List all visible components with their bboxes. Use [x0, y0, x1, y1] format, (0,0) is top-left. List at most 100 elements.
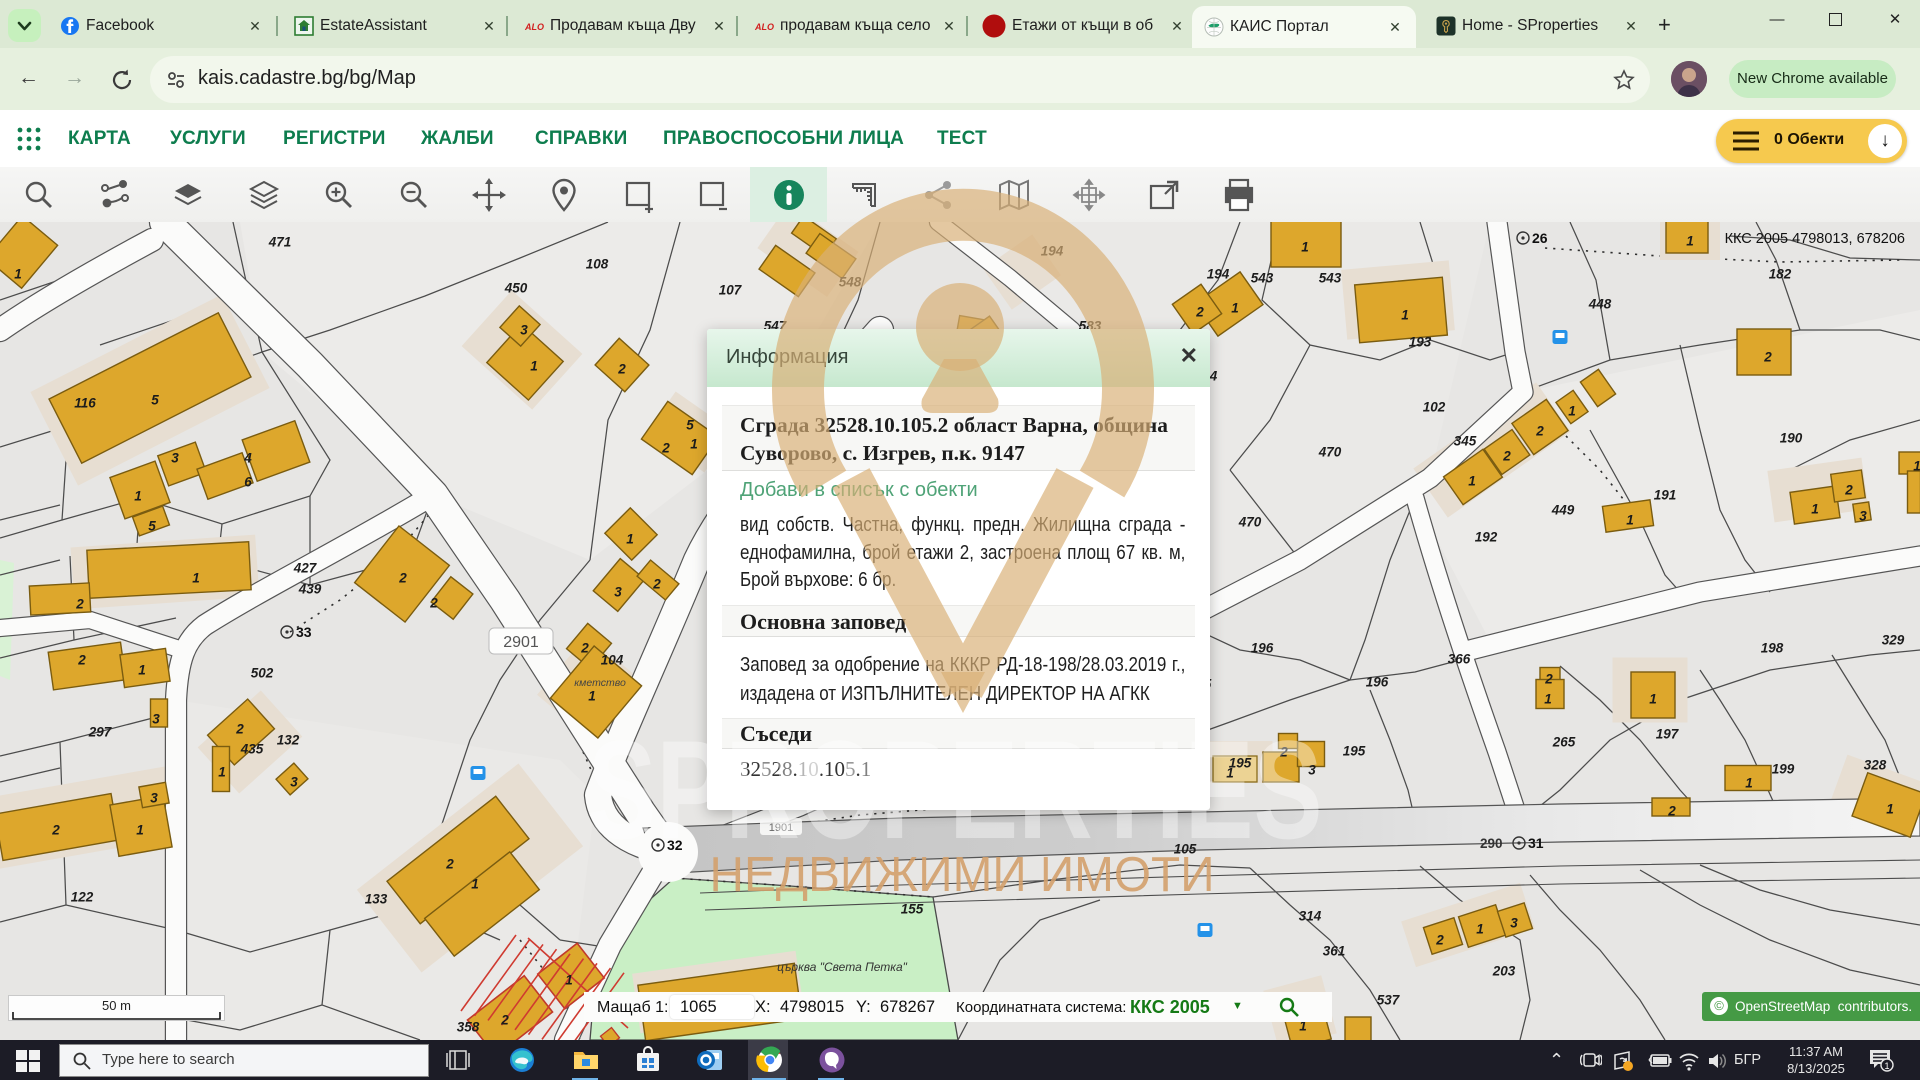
svg-text:1: 1	[626, 532, 634, 547]
svg-text:1: 1	[588, 689, 596, 704]
svg-text:1: 1	[1913, 459, 1920, 474]
svg-text:197: 197	[1656, 727, 1680, 742]
svg-text:2: 2	[1435, 933, 1444, 948]
svg-text:2: 2	[1844, 483, 1853, 498]
svg-text:1: 1	[1686, 234, 1694, 249]
svg-text:1: 1	[1568, 404, 1576, 419]
svg-text:435: 435	[240, 742, 264, 757]
svg-text:1: 1	[1745, 776, 1753, 791]
svg-text:1: 1	[1301, 240, 1309, 255]
svg-text:1: 1	[1811, 502, 1819, 517]
svg-text:191: 191	[1654, 488, 1677, 503]
svg-text:ALO.: ALO.	[524, 22, 544, 32]
svg-text:5: 5	[686, 418, 694, 433]
svg-text:ККС 2005 4798013, 678206: ККС 2005 4798013, 678206	[1725, 231, 1905, 247]
svg-text:190: 190	[1780, 431, 1803, 446]
svg-text:1: 1	[1476, 922, 1484, 937]
svg-text:314: 314	[1299, 909, 1322, 924]
svg-text:439: 439	[298, 582, 322, 597]
svg-text:1: 1	[1401, 308, 1409, 323]
svg-text:198: 198	[1761, 641, 1784, 656]
svg-text:116: 116	[74, 396, 96, 411]
svg-text:2: 2	[617, 362, 626, 377]
svg-text:1: 1	[1649, 692, 1657, 707]
svg-text:1: 1	[1231, 301, 1239, 316]
svg-text:450: 450	[504, 281, 528, 296]
svg-text:6: 6	[244, 475, 252, 490]
svg-text:448: 448	[1588, 297, 1612, 312]
svg-text:133: 133	[365, 892, 388, 907]
svg-text:5: 5	[151, 393, 159, 408]
svg-text:5: 5	[148, 519, 156, 534]
svg-text:537: 537	[1377, 993, 1401, 1008]
svg-text:1: 1	[1884, 1061, 1889, 1071]
svg-text:102: 102	[1423, 400, 1446, 415]
svg-text:449: 449	[1551, 503, 1575, 518]
svg-text:2: 2	[1544, 672, 1553, 687]
svg-text:кметство: кметство	[574, 677, 626, 689]
svg-text:345: 345	[1454, 434, 1477, 449]
svg-text:2: 2	[652, 577, 661, 592]
svg-text:1: 1	[1226, 766, 1234, 781]
svg-text:194: 194	[1207, 267, 1230, 282]
svg-text:32: 32	[667, 837, 683, 853]
svg-text:2: 2	[500, 1013, 509, 1028]
svg-text:1: 1	[690, 437, 698, 452]
svg-text:31: 31	[1528, 835, 1544, 851]
svg-text:1: 1	[192, 571, 200, 586]
svg-text:ALO.: ALO.	[754, 22, 774, 32]
svg-text:3: 3	[1859, 509, 1867, 524]
svg-text:203: 203	[1492, 964, 1516, 979]
svg-text:3: 3	[1308, 763, 1316, 778]
svg-text:2: 2	[1763, 350, 1772, 365]
svg-text:2: 2	[1502, 449, 1511, 464]
svg-text:543: 543	[1251, 271, 1274, 286]
svg-text:2: 2	[429, 596, 438, 611]
svg-text:2: 2	[398, 571, 407, 586]
svg-text:361: 361	[1323, 944, 1346, 959]
svg-text:1: 1	[471, 877, 479, 892]
svg-text:265: 265	[1552, 735, 1576, 750]
svg-text:33: 33	[296, 624, 312, 640]
svg-text:2: 2	[1667, 804, 1676, 819]
svg-text:2: 2	[51, 823, 60, 838]
svg-text:1: 1	[134, 489, 142, 504]
svg-text:155: 155	[901, 902, 924, 917]
svg-text:26: 26	[1532, 230, 1548, 246]
svg-text:2: 2	[1535, 424, 1544, 439]
svg-text:2: 2	[661, 441, 670, 456]
svg-text:3: 3	[171, 451, 179, 466]
svg-text:502: 502	[251, 666, 274, 681]
svg-text:3: 3	[150, 791, 158, 806]
svg-text:358: 358	[457, 1020, 480, 1035]
svg-text:2: 2	[580, 641, 589, 656]
svg-text:328: 328	[1864, 758, 1887, 773]
svg-text:1901: 1901	[769, 822, 793, 834]
svg-text:1: 1	[1544, 692, 1552, 707]
svg-text:132: 132	[277, 733, 300, 748]
svg-text:2: 2	[1195, 305, 1204, 320]
svg-text:471: 471	[268, 235, 292, 250]
svg-text:107: 107	[719, 283, 743, 298]
svg-text:104: 104	[601, 653, 624, 668]
svg-text:3: 3	[1510, 916, 1518, 931]
svg-text:196: 196	[1366, 675, 1389, 690]
svg-text:182: 182	[1769, 267, 1792, 282]
svg-text:194: 194	[1041, 244, 1064, 259]
svg-text:2: 2	[235, 722, 244, 737]
svg-text:1: 1	[138, 663, 146, 678]
svg-text:199: 199	[1772, 762, 1795, 777]
svg-text:4: 4	[243, 451, 252, 466]
svg-text:1: 1	[1468, 474, 1476, 489]
svg-text:329: 329	[1882, 633, 1905, 648]
svg-text:122: 122	[71, 890, 94, 905]
svg-text:548: 548	[839, 275, 862, 290]
svg-text:2: 2	[77, 653, 86, 668]
svg-text:1: 1	[1886, 802, 1894, 817]
svg-text:3: 3	[290, 775, 298, 790]
svg-text:366: 366	[1448, 652, 1471, 667]
svg-text:108: 108	[586, 257, 609, 272]
svg-text:1: 1	[218, 765, 226, 780]
svg-text:193: 193	[1409, 335, 1432, 350]
svg-text:196: 196	[1251, 641, 1274, 656]
